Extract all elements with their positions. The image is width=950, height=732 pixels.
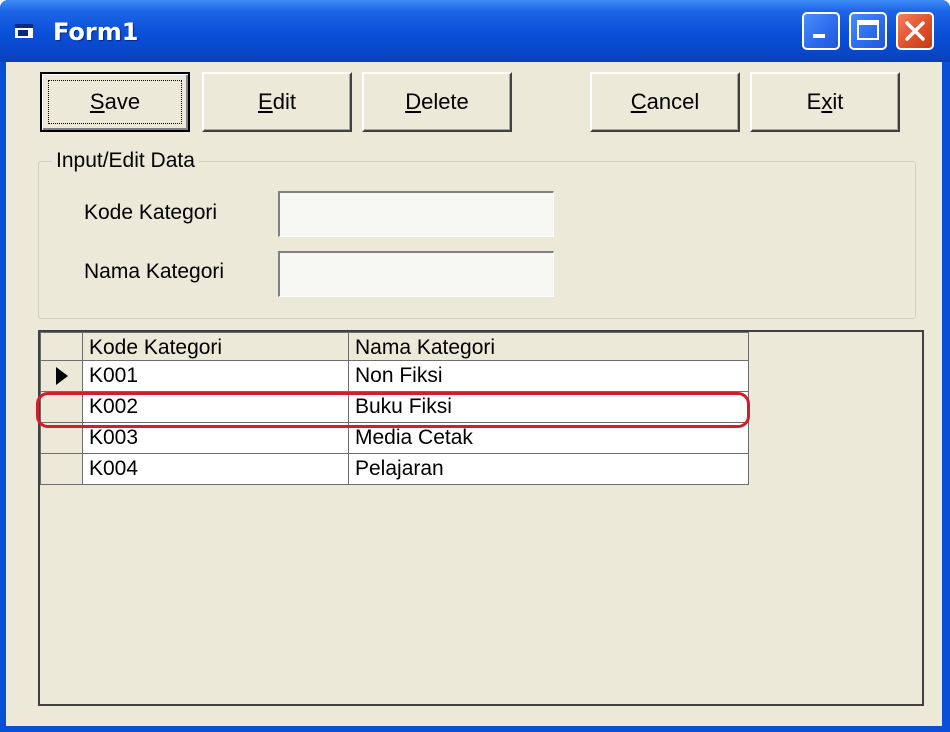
delete-button[interactable]: Delete <box>362 72 512 132</box>
data-grid[interactable]: Kode Kategori Nama Kategori K001 Non Fik… <box>38 330 924 706</box>
table-row[interactable]: K001 Non Fiksi <box>40 360 749 392</box>
close-button[interactable] <box>896 12 934 50</box>
table-row[interactable]: K002 Buku Fiksi <box>40 391 749 423</box>
nama-kategori-input[interactable] <box>278 251 554 297</box>
cell-nama[interactable]: Media Cetak <box>348 422 749 454</box>
row-selector[interactable] <box>40 360 83 392</box>
cancel-button[interactable]: Cancel <box>590 72 740 132</box>
edit-button-label: Edit <box>258 89 296 114</box>
cell-kode[interactable]: K004 <box>82 453 349 485</box>
grid-corner-cell[interactable] <box>40 332 83 361</box>
cell-kode[interactable]: K002 <box>82 391 349 423</box>
edit-button[interactable]: Edit <box>202 72 352 132</box>
form-client-area: Save Edit Delete Cancel Exit Input/Edit … <box>6 62 942 726</box>
kode-kategori-label: Kode Kategori <box>84 201 218 224</box>
data-grid-table: Kode Kategori Nama Kategori K001 Non Fik… <box>40 332 749 485</box>
groupbox-title: Input/Edit Data <box>52 149 199 173</box>
maximize-icon <box>857 20 879 40</box>
title-bar[interactable]: Form1 <box>0 0 950 62</box>
minimize-icon <box>813 34 825 38</box>
row-selector[interactable] <box>40 422 83 454</box>
exit-button[interactable]: Exit <box>750 72 900 132</box>
column-header-nama[interactable]: Nama Kategori <box>348 332 749 361</box>
current-row-icon <box>55 367 68 386</box>
exit-button-label: Exit <box>806 89 844 114</box>
save-button-label: Save <box>89 89 141 114</box>
cell-nama[interactable]: Pelajaran <box>348 453 749 485</box>
cell-nama[interactable]: Non Fiksi <box>348 360 749 392</box>
close-icon <box>905 21 925 41</box>
cell-kode[interactable]: K001 <box>82 360 349 392</box>
save-button[interactable]: Save <box>40 72 190 132</box>
form-icon <box>15 24 33 38</box>
maximize-button[interactable] <box>849 12 887 50</box>
column-header-kode[interactable]: Kode Kategori <box>82 332 349 361</box>
row-selector[interactable] <box>40 453 83 485</box>
nama-kategori-label: Nama Kategori <box>84 260 225 283</box>
cell-kode[interactable]: K003 <box>82 422 349 454</box>
grid-header-row: Kode Kategori Nama Kategori <box>40 332 749 361</box>
cancel-button-label: Cancel <box>630 89 700 114</box>
minimize-button[interactable] <box>802 12 840 50</box>
delete-button-label: Delete <box>405 89 469 114</box>
window-title: Form1 <box>53 18 139 46</box>
cell-nama[interactable]: Buku Fiksi <box>348 391 749 423</box>
table-row[interactable]: K003 Media Cetak <box>40 422 749 454</box>
row-selector[interactable] <box>40 391 83 423</box>
table-row[interactable]: K004 Pelajaran <box>40 453 749 485</box>
kode-kategori-input[interactable] <box>278 191 554 237</box>
app-window: Form1 Save Edit Delete Cancel Exit Input… <box>0 0 950 732</box>
